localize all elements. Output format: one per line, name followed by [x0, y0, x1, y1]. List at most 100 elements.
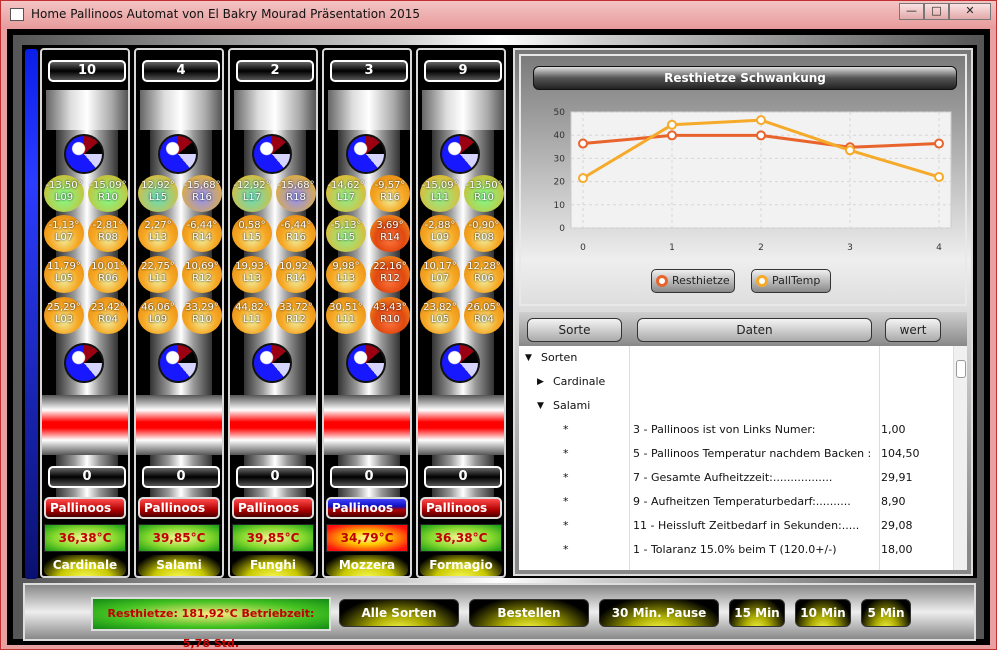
legend-dot-icon	[656, 275, 668, 287]
pallinoos-column-5: 9 -15,09° L11 -13,50° R10 -2,88° L09 -0,90° R08 1…	[416, 48, 506, 578]
ball-id: R14	[286, 273, 306, 284]
count-bottom: 0	[142, 466, 220, 488]
temp-ball: -0,90° R08	[464, 215, 504, 252]
table-row[interactable]: * 7 - Gesamte Aufheitzzeit:..............…	[519, 466, 953, 490]
minimize-button[interactable]: —	[899, 3, 924, 20]
top-gauge-icon	[158, 134, 198, 174]
count-bottom: 0	[330, 466, 408, 488]
table-row[interactable]: * 1 - Tolaranz 15.0% beim T (120.0+/-) 18,…	[519, 538, 953, 562]
ball-temp: 10,17°	[423, 261, 457, 272]
ball-temp: -15,68°	[277, 180, 315, 191]
tree-node[interactable]: ▼ Salami	[519, 394, 953, 418]
table-row[interactable]: * 11 - Heissluft Zeitbedarf in Sekunden:.…	[519, 514, 953, 538]
top-gauge-icon	[64, 134, 104, 174]
row-daten: 11 - Heissluft Zeitbedarf in Sekunden:..…	[633, 519, 860, 532]
row-mark: *	[563, 543, 569, 556]
table-header: Sorte Daten wert	[519, 312, 967, 346]
expand-arrow-icon[interactable]: ▶	[537, 377, 544, 387]
scroll-thumb[interactable]	[956, 360, 966, 378]
tree-node[interactable]: ▼ Sorten	[519, 346, 953, 370]
table-row[interactable]: * 9 - Aufheitzen Temperaturbedarf:.......…	[519, 490, 953, 514]
temp-ball: -15,09° R10	[88, 175, 128, 212]
ball-temp: 22,75°	[141, 261, 175, 272]
ball-id: R16	[380, 192, 400, 203]
column-temperature: 39,85°C	[138, 524, 220, 552]
ball-id: R16	[192, 192, 212, 203]
ball-temp: 26,05°	[467, 302, 501, 313]
ball-id: L11	[430, 192, 450, 203]
pause-30-button[interactable]: 30 Min. Pause	[599, 599, 719, 627]
heater-bar	[418, 395, 504, 455]
ball-id: L13	[148, 232, 168, 243]
temp-ball: -1,13° L07	[44, 215, 84, 252]
row-wert: 18,00	[881, 543, 913, 556]
ball-id: R08	[474, 232, 494, 243]
heater-bar	[230, 395, 316, 455]
maximize-button[interactable]: □	[924, 3, 949, 20]
pallinoos-button[interactable]: Pallinoos	[138, 497, 220, 519]
expand-arrow-icon[interactable]: ▼	[537, 401, 544, 411]
5-min-button[interactable]: 5 Min	[861, 599, 911, 627]
legend-resthietze[interactable]: Resthietze	[651, 269, 735, 293]
heater-bar	[42, 395, 128, 455]
pallinoos-button[interactable]: Pallinoos	[420, 497, 502, 519]
count-top: 9	[424, 60, 502, 82]
ball-temp: -15,09°	[421, 180, 459, 191]
ball-id: L09	[430, 232, 450, 243]
10-min-button[interactable]: 10 Min	[795, 599, 851, 627]
sorte-name-button[interactable]: Mozzera	[326, 555, 408, 576]
ball-temp: -6,44°	[280, 220, 312, 231]
tree-node-label: Sorten	[541, 351, 578, 364]
frame: 10 -13,50° L09 -15,09° R10 -1,13° L07 -2,81° R08…	[13, 35, 984, 650]
sorte-name-button[interactable]: Funghi	[232, 555, 314, 576]
15-min-button[interactable]: 15 Min	[729, 599, 785, 627]
sorte-name-button[interactable]: Salami	[138, 555, 220, 576]
row-wert: 29,91	[881, 471, 913, 484]
temp-ball: 10,92° R14	[276, 256, 316, 293]
sorte-name-button[interactable]: Formagio	[420, 555, 502, 576]
data-point-palltemp	[756, 115, 766, 126]
ball-temp: 44,82°	[235, 302, 269, 313]
ball-temp: 25,29°	[47, 302, 81, 313]
column-header-daten[interactable]: Daten	[637, 318, 872, 342]
table-row[interactable]: * 5 - Pallinoos Temperatur nachdem Backen…	[519, 442, 953, 466]
temp-ball: 30,51° L11	[326, 297, 366, 334]
ball-temp: 10,92°	[279, 261, 313, 272]
ball-temp: -0,90°	[468, 220, 500, 231]
row-wert: 29,08	[881, 519, 913, 532]
pallinoos-button[interactable]: Pallinoos	[326, 497, 408, 519]
top-gauge-icon	[346, 134, 386, 174]
pallinoos-button[interactable]: Pallinoos	[44, 497, 126, 519]
column-header-wert[interactable]: wert	[885, 318, 941, 342]
temp-ball: 43,43° R10	[370, 297, 410, 334]
temp-ball: -15,68° R18	[276, 175, 316, 212]
heater-bar	[324, 395, 410, 455]
temp-ball: 12,92° L15	[138, 175, 178, 212]
temp-ball: 11,79° L05	[44, 256, 84, 293]
ball-temp: -13,50°	[45, 180, 83, 191]
ball-id: R14	[192, 232, 212, 243]
count-bottom: 0	[424, 466, 502, 488]
legend-palltemp[interactable]: PallTemp	[751, 269, 831, 293]
ball-id: L07	[54, 232, 74, 243]
pallinoos-column-2: 4 12,92° L15 -15,68° R16 2,27° L13 -6,44° R14 22,…	[134, 48, 224, 578]
row-daten: 1 - Tolaranz 15.0% beim T (120.0+/-)	[633, 543, 837, 556]
ball-id: R10	[380, 314, 400, 325]
tree-node[interactable]: ▶ Cardinale	[519, 370, 953, 394]
vertical-scrollbar[interactable]	[953, 346, 967, 570]
pallinoos-button[interactable]: Pallinoos	[232, 497, 314, 519]
column-header-sorte[interactable]: Sorte	[527, 318, 622, 342]
close-button[interactable]: ✕	[949, 3, 991, 20]
bestellen-button[interactable]: Bestellen	[469, 599, 589, 627]
right-panel: Resthietze Schwankung 0 10 20 30 40 50 0 1 2 3 4 R…	[513, 48, 973, 576]
table-row[interactable]: * 3 - Pallinoos ist von Links Numer: 1,00	[519, 418, 953, 442]
temp-ball: -5,13° L15	[326, 215, 366, 252]
y-tick-label: 50	[554, 108, 566, 118]
expand-arrow-icon[interactable]: ▼	[525, 353, 532, 363]
sorte-name-button[interactable]: Cardinale	[44, 555, 126, 576]
row-mark: *	[563, 471, 569, 484]
alle-sorten-button[interactable]: Alle Sorten	[339, 599, 459, 627]
ball-id: L15	[242, 232, 262, 243]
temp-ball: -13,50° L09	[44, 175, 84, 212]
legend-label: Resthietze	[672, 274, 730, 287]
